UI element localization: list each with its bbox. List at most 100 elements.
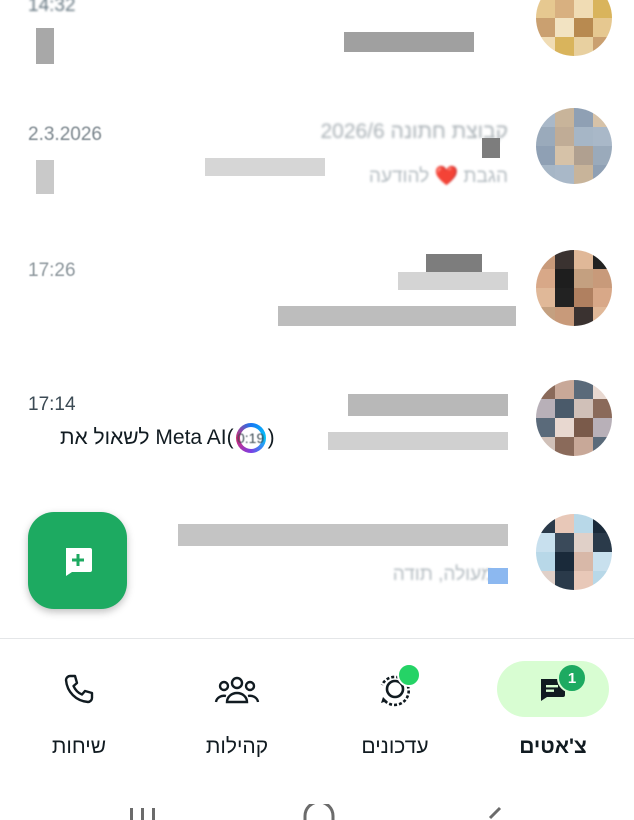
avatar-pixel bbox=[536, 533, 555, 552]
chat-name: קבוצת חתונה 2026/6 bbox=[320, 120, 508, 143]
avatar-pixel bbox=[574, 571, 593, 590]
tab-updates-label: עדכונים bbox=[361, 735, 429, 758]
avatar-pixel bbox=[536, 108, 555, 127]
avatar-pixel bbox=[574, 250, 593, 269]
pixelated-preview bbox=[36, 28, 54, 64]
pixelated-block bbox=[36, 160, 54, 194]
read-check-icon bbox=[488, 568, 508, 584]
avatar-pixel bbox=[574, 307, 593, 326]
tab-updates-icon-bg bbox=[339, 661, 451, 717]
pixelated-preview bbox=[328, 432, 508, 450]
avatar-pixel bbox=[593, 571, 612, 590]
paren-close: ) bbox=[267, 426, 275, 449]
avatar-pixel bbox=[536, 380, 555, 399]
avatar-pixel bbox=[593, 552, 612, 571]
avatar-pixel bbox=[593, 127, 612, 146]
pixelated-preview bbox=[278, 306, 516, 326]
meta-ai-text: לשאול את Meta AI bbox=[60, 426, 227, 449]
avatar-pixel bbox=[574, 288, 593, 307]
avatar[interactable] bbox=[536, 514, 612, 590]
chat-row[interactable]: 2.3.2026 קבוצת חתונה 2026/6 הגבת ❤️ להוד… bbox=[0, 98, 634, 232]
avatar-pixel bbox=[555, 18, 574, 37]
tab-calls[interactable]: שיחות bbox=[4, 661, 154, 759]
pixelated-name bbox=[426, 254, 482, 274]
bottom-nav: 1 צ'אטים עדכונים קהילות שיחות bbox=[0, 639, 634, 784]
pixelated-block bbox=[205, 158, 325, 176]
tab-calls-icon-bg bbox=[23, 661, 135, 717]
avatar-pixel bbox=[536, 418, 555, 437]
avatar-pixel bbox=[555, 533, 574, 552]
avatar-pixel bbox=[574, 380, 593, 399]
avatar-pixel bbox=[555, 399, 574, 418]
avatar-pixel bbox=[555, 552, 574, 571]
new-chat-icon bbox=[65, 547, 92, 576]
avatar-pixel bbox=[574, 269, 593, 288]
avatar-pixel bbox=[593, 165, 612, 184]
avatar-pixel bbox=[593, 307, 612, 326]
avatar-pixel bbox=[593, 380, 612, 399]
system-nav-bar bbox=[0, 784, 634, 820]
avatar-pixel bbox=[555, 37, 574, 56]
tab-communities-label: קהילות bbox=[205, 735, 269, 758]
meta-ai-ring-icon: 0:19 bbox=[236, 423, 266, 453]
chat-preview: מעולה, תודה bbox=[392, 564, 494, 585]
avatar-pixel bbox=[555, 0, 574, 18]
avatar-pixel bbox=[593, 18, 612, 37]
avatar-pixel bbox=[574, 437, 593, 456]
avatar-pixel bbox=[593, 269, 612, 288]
pixelated-name bbox=[344, 32, 474, 52]
avatar-pixel bbox=[555, 571, 574, 590]
tab-communities[interactable]: קהילות bbox=[162, 661, 312, 759]
avatar-pixel bbox=[536, 437, 555, 456]
avatar-pixel bbox=[555, 146, 574, 165]
avatar-pixel bbox=[555, 514, 574, 533]
phone-icon bbox=[64, 674, 94, 704]
tab-chats-icon-bg: 1 bbox=[497, 661, 609, 717]
new-chat-button[interactable] bbox=[28, 512, 127, 609]
tab-chats-label: צ'אטים bbox=[519, 735, 587, 758]
avatar-pixel bbox=[555, 127, 574, 146]
avatar-pixel bbox=[536, 250, 555, 269]
chat-time: 2.3.2026 bbox=[28, 124, 102, 145]
avatar-pixel bbox=[593, 0, 612, 18]
avatar-pixel bbox=[574, 533, 593, 552]
pixelated-name bbox=[348, 394, 508, 416]
avatar-pixel bbox=[536, 288, 555, 307]
tab-communities-icon-bg bbox=[181, 661, 293, 717]
avatar-pixel bbox=[536, 0, 555, 18]
avatar-pixel bbox=[555, 437, 574, 456]
avatar-pixel bbox=[555, 307, 574, 326]
avatar-pixel bbox=[536, 165, 555, 184]
chat-row[interactable]: 17:26 bbox=[0, 232, 634, 366]
avatar-pixel bbox=[593, 250, 612, 269]
avatar-pixel bbox=[593, 437, 612, 456]
pixelated-name bbox=[398, 272, 508, 290]
tab-calls-label: שיחות bbox=[51, 735, 107, 758]
chat-time: 17:26 bbox=[28, 260, 76, 281]
communities-icon bbox=[214, 676, 260, 704]
unread-badge: 1 bbox=[557, 663, 587, 693]
avatar-pixel bbox=[555, 108, 574, 127]
avatar-pixel bbox=[555, 288, 574, 307]
avatar-pixel bbox=[555, 380, 574, 399]
chat-row[interactable]: 14:32 bbox=[0, 0, 634, 74]
avatar[interactable] bbox=[536, 0, 612, 56]
avatar-pixel bbox=[593, 533, 612, 552]
paren-open: ( bbox=[226, 426, 234, 449]
tab-chats[interactable]: 1 צ'אטים bbox=[478, 661, 628, 759]
meta-ai-preview[interactable]: לשאול את Meta AI ( 0:19 ) bbox=[60, 423, 275, 453]
avatar[interactable] bbox=[536, 108, 612, 184]
avatar-pixel bbox=[574, 165, 593, 184]
avatar-pixel bbox=[574, 127, 593, 146]
avatar-pixel bbox=[593, 108, 612, 127]
avatar[interactable] bbox=[536, 250, 612, 326]
avatar-pixel bbox=[593, 288, 612, 307]
avatar-pixel bbox=[555, 165, 574, 184]
pixelated-block bbox=[482, 138, 500, 158]
avatar-pixel bbox=[555, 250, 574, 269]
avatar[interactable] bbox=[536, 380, 612, 456]
avatar-pixel bbox=[536, 571, 555, 590]
avatar-pixel bbox=[574, 37, 593, 56]
tab-updates[interactable]: עדכונים bbox=[320, 661, 470, 759]
avatar-pixel bbox=[574, 146, 593, 165]
